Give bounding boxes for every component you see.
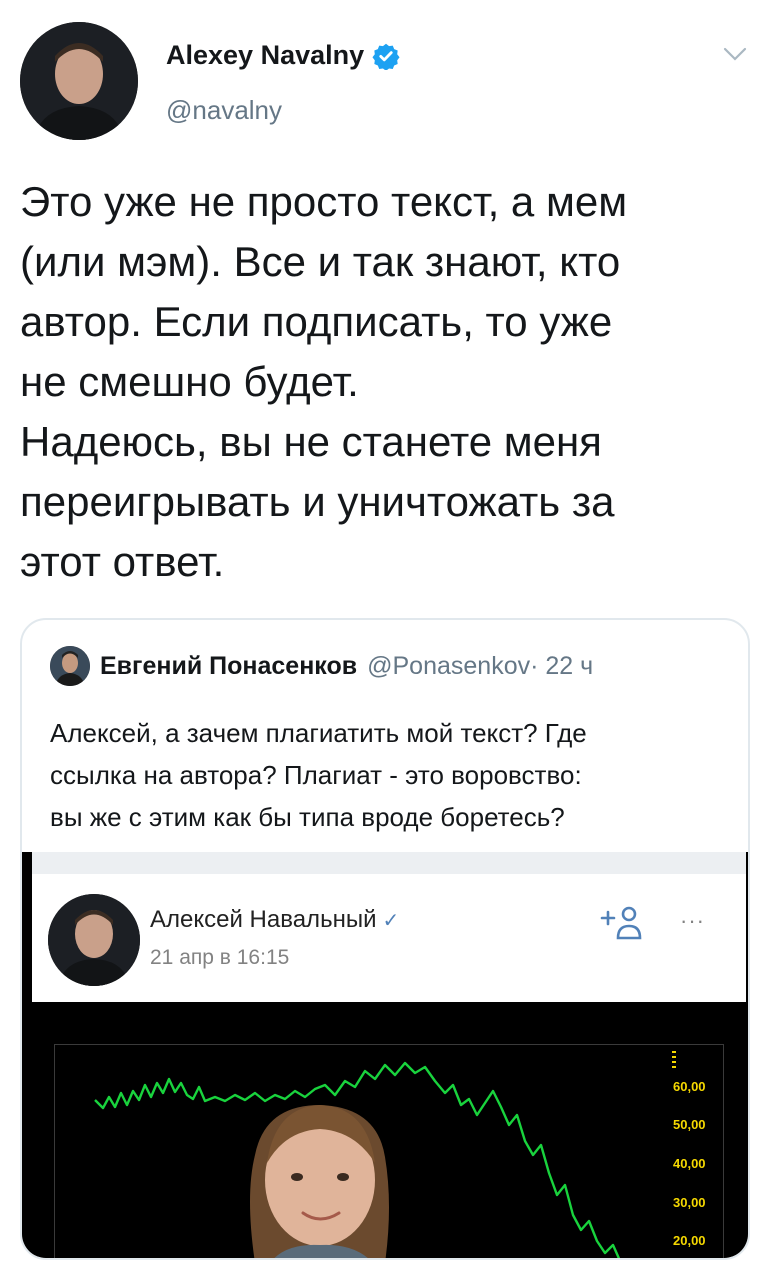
chevron-down-icon[interactable]	[722, 44, 748, 64]
tweet-text-line: Это уже не просто текст, а мем	[20, 178, 628, 225]
author-avatar[interactable]	[20, 22, 138, 140]
vk-author-name-text: Алексей Навальный	[150, 906, 377, 933]
chart-tick-label: 30,00	[673, 1195, 706, 1210]
vk-author-avatar	[48, 894, 140, 986]
add-friend-icon	[600, 906, 642, 940]
vk-more-icon: ···	[680, 908, 705, 933]
chart-tick-label: 40,00	[673, 1156, 706, 1171]
stock-chart: 60,00 50,00 40,00 30,00 20,00	[54, 1044, 724, 1258]
quoted-tweet-text: Алексей, а зачем плагиатить мой текст? Г…	[50, 712, 740, 838]
quoted-tweet-header: Евгений Понасенков @Ponasenkov · 22 ч	[50, 644, 593, 688]
tweet-header: Alexey Navalny @navalny	[0, 0, 776, 150]
tweet-text-line: (или мэм). Все и так знают, кто	[20, 238, 621, 285]
quoted-author-avatar[interactable]	[50, 646, 90, 686]
quoted-author-handle[interactable]: @Ponasenkov	[367, 652, 530, 681]
verified-badge-icon	[372, 43, 400, 70]
quoted-tweet-card[interactable]: Евгений Понасенков @Ponasenkov · 22 ч Ал…	[20, 618, 750, 1260]
author-handle[interactable]: @navalny	[166, 95, 282, 126]
chart-plot: 60,00 50,00 40,00 30,00 20,00	[94, 1051, 706, 1258]
chart-tick-label: 60,00	[673, 1079, 706, 1094]
quoted-text-line: вы же с этим как бы типа вроде боретесь?	[50, 802, 565, 832]
author-name-text[interactable]: Alexey Navalny	[166, 40, 364, 71]
quoted-tweet-time: · 22 ч	[530, 651, 594, 680]
vk-post-header: Алексей Навальный ✓ 21 апр в 16:15 ···	[32, 874, 746, 1002]
vk-author-name: Алексей Навальный ✓	[150, 906, 399, 934]
tweet-text-line: не смешно будет.	[20, 358, 359, 405]
tweet-text-line: Надеюсь, вы не станете меня	[20, 418, 602, 465]
chart-tick-label: 50,00	[673, 1117, 706, 1132]
author-name[interactable]: Alexey Navalny	[166, 40, 400, 71]
chart-right-axis	[672, 1051, 676, 1068]
quoted-author-name[interactable]: Евгений Понасенков	[100, 652, 357, 681]
tweet-text: Это уже не просто текст, а мем (или мэм)…	[20, 172, 760, 592]
attached-image[interactable]: Алексей Навальный ✓ 21 апр в 16:15 ··· 6…	[22, 852, 748, 1258]
tweet-text-line: автор. Если подписать, то уже	[20, 298, 613, 345]
quoted-text-line: ссылка на автора? Плагиат - это воровств…	[50, 760, 582, 790]
quoted-text-line: Алексей, а зачем плагиатить мой текст? Г…	[50, 718, 587, 748]
tweet-text-line: этот ответ.	[20, 538, 225, 585]
tweet-text-line: переигрывать и уничтожать за	[20, 478, 615, 525]
vk-top-strip	[32, 852, 746, 874]
vk-post-date: 21 апр в 16:15	[150, 946, 290, 969]
chart-tick-label: 20,00	[673, 1233, 706, 1248]
vk-verified-icon: ✓	[382, 909, 400, 932]
person-figure	[250, 1105, 389, 1258]
